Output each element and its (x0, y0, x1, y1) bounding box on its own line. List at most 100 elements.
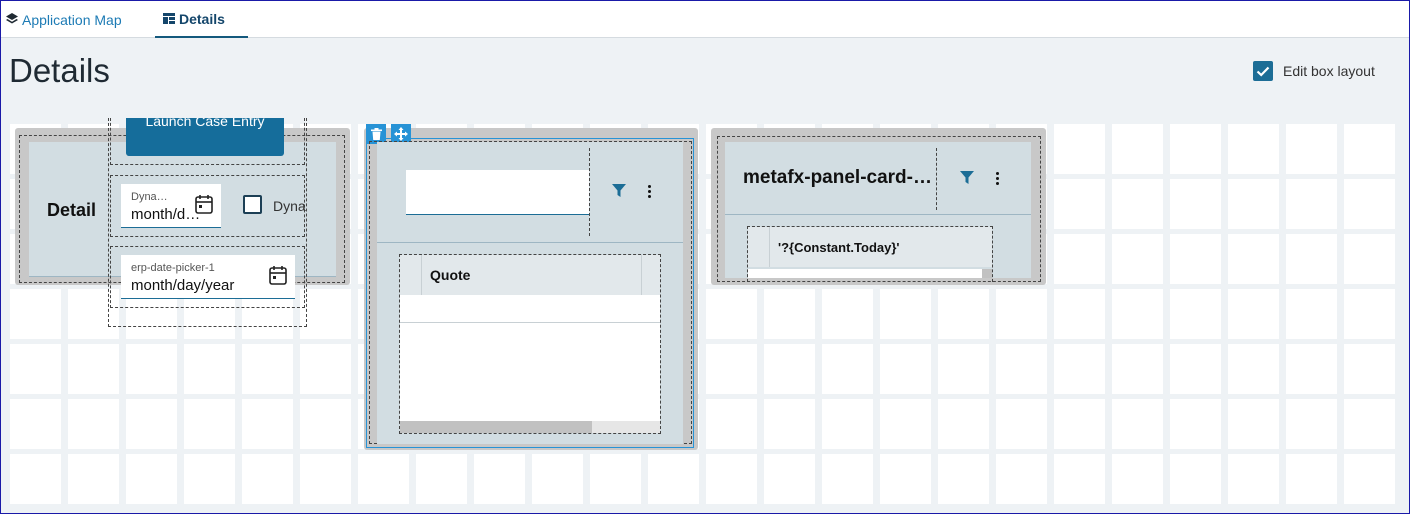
layers-icon (6, 12, 18, 28)
grid-cell (1228, 179, 1279, 229)
grid-cell (1170, 399, 1221, 449)
grid-cell (300, 344, 351, 394)
quote-column-header[interactable]: Quote (430, 267, 470, 283)
grid-cell (1344, 454, 1395, 504)
table-panel-divider (377, 242, 683, 243)
grid-cell (648, 454, 699, 504)
erp-date-picker-1[interactable]: erp-date-picker-1 month/day/year (121, 255, 295, 299)
grid-cell (1170, 344, 1221, 394)
grid-cell (1228, 289, 1279, 339)
filter-icon[interactable] (612, 184, 626, 203)
move-icon (394, 127, 408, 141)
grid-cell (1112, 124, 1163, 174)
grid-cell (10, 399, 61, 449)
grid-cell (1170, 179, 1221, 229)
grid-cell (1170, 234, 1221, 284)
calendar-icon[interactable] (268, 265, 288, 291)
grid-cell (1112, 234, 1163, 284)
calendar-icon[interactable] (194, 194, 214, 220)
tab-details-label: Details (179, 10, 225, 27)
tab-bar: Application Map Details (1, 1, 1409, 38)
table-row (400, 296, 660, 323)
checkmark-icon (1256, 66, 1270, 77)
horizontal-scrollbar-thumb[interactable] (400, 421, 592, 433)
vertical-scrollbar[interactable] (982, 269, 992, 278)
grid-cell (1228, 399, 1279, 449)
grid-cell (1286, 179, 1337, 229)
erp-date-picker-1-label: erp-date-picker-1 (131, 262, 215, 274)
page-title: Details (9, 52, 110, 89)
grid-cell (1054, 344, 1105, 394)
grid-cell (10, 454, 61, 504)
grid-cell (1286, 399, 1337, 449)
card-table-col-divider (769, 227, 770, 267)
grid-cell (1112, 399, 1163, 449)
dyna-checkbox-label: Dyna (273, 198, 306, 214)
grid-cell (996, 344, 1047, 394)
grid-cell (1228, 124, 1279, 174)
grid-cell (358, 454, 409, 504)
table-row (748, 269, 992, 278)
grid-cell (996, 289, 1047, 339)
filter-icon[interactable] (960, 171, 974, 190)
table-search-input[interactable] (406, 170, 589, 215)
grid-cell (126, 454, 177, 504)
panel-card-divider (725, 214, 1031, 215)
grid-cell (764, 399, 815, 449)
edit-box-layout-toggle[interactable]: Edit box layout (1253, 61, 1375, 81)
grid-cell (242, 454, 293, 504)
grid-cell (1344, 344, 1395, 394)
grid-cell (822, 344, 873, 394)
grid-cell (764, 344, 815, 394)
grid-cell (1228, 454, 1279, 504)
panel-card-title: metafx-panel-card-… (743, 167, 932, 188)
grid-cell (938, 399, 989, 449)
grid-cell (1112, 454, 1163, 504)
dyna-checkbox[interactable] (243, 195, 262, 214)
grid-cell (300, 454, 351, 504)
tab-application-map[interactable]: Application Map (6, 1, 122, 38)
grid-cell (1112, 344, 1163, 394)
grid-cell (1054, 234, 1105, 284)
grid-cell (706, 454, 757, 504)
grid-cell (1344, 399, 1395, 449)
grid-cell (1286, 234, 1337, 284)
grid-cell (1286, 124, 1337, 174)
grid-cell (68, 399, 119, 449)
grid-cell (996, 399, 1047, 449)
date-picker-dyna[interactable]: Dyna… month/d… (121, 184, 221, 228)
grid-cell (706, 344, 757, 394)
grid-cell (1228, 344, 1279, 394)
detail-title: Detail (47, 200, 97, 220)
grid-cell (1054, 454, 1105, 504)
grid-cell (1054, 179, 1105, 229)
grid-cell (1228, 234, 1279, 284)
table-layout-icon (163, 11, 175, 27)
grid-cell (880, 289, 931, 339)
more-options-icon[interactable] (996, 172, 999, 185)
launch-case-entry-button[interactable]: Launch Case Entry (126, 118, 284, 156)
grid-cell (1170, 124, 1221, 174)
grid-cell (184, 399, 235, 449)
grid-cell (184, 344, 235, 394)
grid-cell (822, 399, 873, 449)
date-picker-dyna-value: month/d… (131, 206, 201, 223)
grid-cell (1112, 289, 1163, 339)
edit-box-layout-checkbox[interactable] (1253, 61, 1273, 81)
quote-table-col-divider (421, 255, 422, 295)
grid-cell (938, 454, 989, 504)
grid-cell (68, 454, 119, 504)
tab-details[interactable]: Details (155, 1, 248, 38)
grid-cell (1112, 179, 1163, 229)
grid-cell (474, 454, 525, 504)
grid-cell (938, 289, 989, 339)
grid-cell (706, 399, 757, 449)
edit-box-layout-label: Edit box layout (1283, 63, 1375, 79)
grid-cell (242, 399, 293, 449)
grid-cell (1054, 124, 1105, 174)
grid-cell (1286, 289, 1337, 339)
more-options-icon[interactable] (648, 185, 651, 198)
constant-today-column-header[interactable]: '?{Constant.Today}' (778, 240, 900, 255)
grid-cell (590, 454, 641, 504)
grid-cell (764, 454, 815, 504)
